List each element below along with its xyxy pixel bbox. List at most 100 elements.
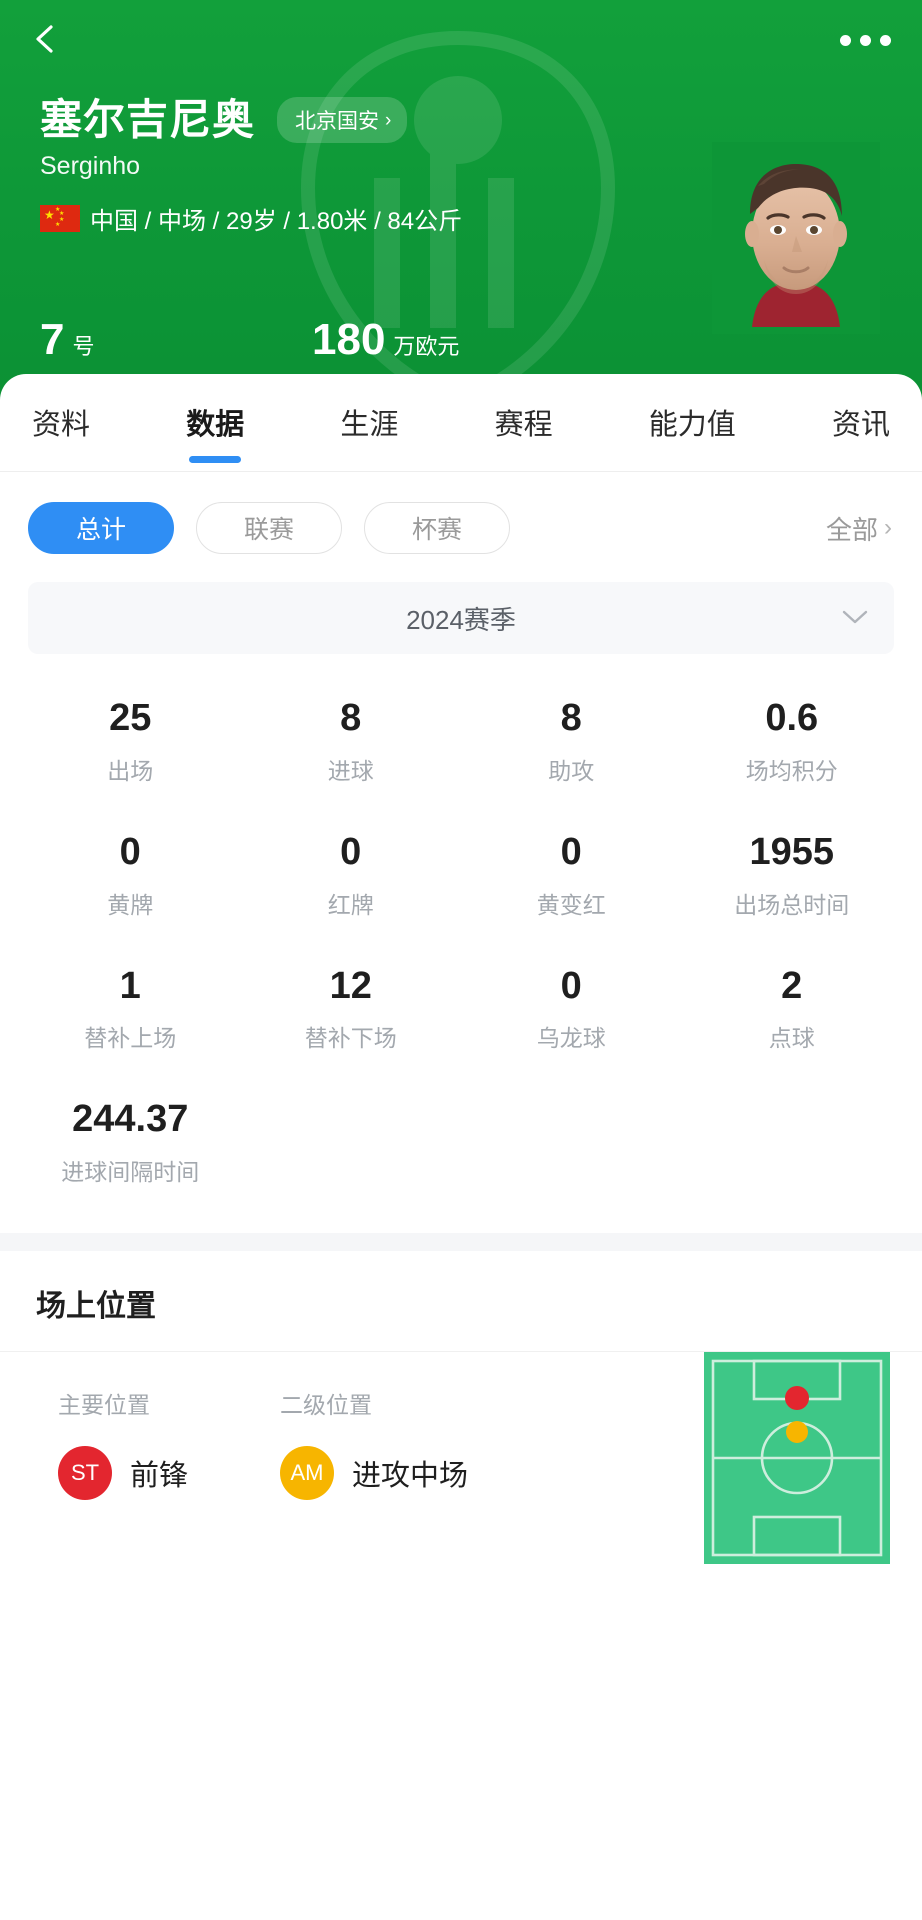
tab-ratings[interactable]: 能力值	[645, 374, 740, 471]
chip-label: 联赛	[243, 516, 294, 544]
stat-label: 场均积分	[745, 757, 838, 784]
player-name-en: Serginho	[40, 152, 141, 181]
tab-schedule[interactable]: 赛程	[491, 374, 557, 471]
stat-label: 进球	[327, 757, 374, 784]
chevron-right-icon: ›	[385, 109, 392, 131]
season-selector[interactable]: 2024赛季	[28, 582, 894, 654]
more-horizontal-icon-dot	[859, 34, 871, 46]
back-button[interactable]	[14, 8, 76, 70]
view-all-link[interactable]: 全部 ›	[826, 510, 894, 547]
position-section-title: 场上位置	[0, 1251, 922, 1353]
china-flag-icon: ★ ★ ★ ★ ★	[40, 205, 80, 233]
stat-label: 出场	[107, 757, 154, 784]
stat-label: 黄牌	[107, 891, 154, 918]
stat-value: 25	[109, 697, 152, 739]
stat-yellow-cards: 0 黄牌	[20, 830, 241, 920]
stat-value: 0	[119, 830, 141, 873]
stat-value: 2	[781, 964, 803, 1007]
player-identity-block: 塞尔吉尼奥 北京国安 › Serginho ★ ★ ★ ★ ★ 中国 / 中场 …	[40, 96, 640, 236]
filter-chip-total[interactable]: 总计	[28, 502, 174, 554]
chip-label: 杯赛	[411, 516, 462, 544]
tab-label: 数据	[186, 409, 245, 441]
stat-value: 12	[329, 964, 372, 1007]
more-horizontal-icon-dot	[879, 34, 891, 46]
season-stats-grid: 25 出场 8 进球 8 助攻 0.6 场均积分 0 黄牌 0 红牌 0 黄变红…	[0, 697, 922, 1187]
stat-own-goals: 0 乌龙球	[461, 965, 682, 1054]
position-badge-am: AM	[280, 1446, 334, 1501]
flag-star-large: ★	[44, 208, 55, 223]
tab-bar: 资料 数据 生涯 赛程 能力值 资讯	[0, 374, 922, 472]
shirt-number-value: 7	[40, 315, 65, 364]
stat-penalties: 2 点球	[682, 964, 903, 1054]
stat-label: 乌龙球	[536, 1025, 606, 1052]
stat-goals: 8 进球	[241, 697, 462, 786]
player-name-row: 塞尔吉尼奥 北京国安 ›	[40, 96, 640, 144]
more-horizontal-icon-dot	[839, 34, 851, 46]
player-meta-row: ★ ★ ★ ★ ★ 中国 / 中场 / 29岁 / 1.80米 / 84公斤	[40, 201, 640, 236]
stat-value: 0	[340, 830, 362, 873]
content-sheet: 资料 数据 生涯 赛程 能力值 资讯 总计 联赛 杯赛 全部 › 2024赛季 …	[0, 374, 922, 1920]
primary-position-row: ST 前锋	[58, 1446, 189, 1501]
primary-position-name: 前锋	[130, 1460, 189, 1493]
chevron-down-icon	[842, 607, 868, 629]
tab-label: 资料	[32, 409, 91, 441]
stat-label: 黄变红	[536, 891, 606, 918]
stat-minutes-per-goal: 244.37 进球间隔时间	[20, 1099, 241, 1187]
pitch-marker-primary	[785, 1386, 809, 1411]
player-meta-text: 中国 / 中场 / 29岁 / 1.80米 / 84公斤	[90, 208, 463, 236]
tab-news[interactable]: 资讯	[828, 374, 894, 471]
stat-label: 出场总时间	[734, 891, 850, 918]
stat-label: 替补上场	[84, 1025, 177, 1052]
position-badge-st: ST	[58, 1446, 112, 1501]
chevron-right-icon: ›	[884, 514, 892, 541]
tab-label: 能力值	[648, 409, 736, 441]
section-divider	[0, 1233, 922, 1252]
chevron-left-icon	[36, 25, 53, 53]
tab-label: 资讯	[831, 409, 890, 441]
pitch-diagram	[704, 1352, 890, 1565]
stat-appearances: 25 出场	[20, 697, 241, 786]
stat-label: 红牌	[327, 891, 374, 918]
player-portrait	[712, 142, 880, 334]
competition-filter-row: 总计 联赛 杯赛 全部 ›	[0, 472, 922, 554]
position-section-body: 主要位置 ST 前锋 二级位置 AM 进攻中场	[0, 1352, 922, 1652]
secondary-position-row: AM 进攻中场	[280, 1446, 469, 1501]
filter-chip-cup[interactable]: 杯赛	[364, 502, 510, 554]
stat-value: 1	[119, 964, 141, 1007]
tab-profile[interactable]: 资料	[28, 374, 94, 471]
secondary-position-block: 二级位置 AM 进攻中场	[280, 1386, 469, 1501]
market-value-amount: 180	[312, 315, 386, 364]
more-options-button[interactable]	[830, 18, 900, 62]
tab-career[interactable]: 生涯	[336, 374, 402, 471]
stat-assists: 8 助攻	[461, 697, 682, 786]
team-name-label: 北京国安	[295, 110, 380, 134]
stat-sub-on: 1 替补上场	[20, 964, 241, 1054]
stat-sub-off: 12 替补下场	[241, 964, 462, 1054]
stat-value: 0	[560, 830, 582, 873]
stat-label: 点球	[768, 1025, 815, 1052]
tab-label: 赛程	[494, 409, 553, 441]
tab-stats[interactable]: 数据	[182, 374, 248, 471]
season-label: 2024赛季	[406, 604, 516, 635]
player-profile-screen: 塞尔吉尼奥 北京国安 › Serginho ★ ★ ★ ★ ★ 中国 / 中场 …	[0, 0, 922, 1920]
stat-value: 1955	[749, 830, 835, 873]
chip-label: 总计	[75, 516, 126, 544]
team-chip[interactable]: 北京国安 ›	[277, 97, 408, 144]
flag-star-small: ★	[55, 222, 61, 229]
stat-value: 244.37	[72, 1098, 189, 1141]
primary-position-caption: 主要位置	[58, 1392, 150, 1419]
stat-second-yellow: 0 黄变红	[461, 830, 682, 920]
pitch-marker-secondary	[786, 1421, 808, 1444]
tab-label: 生涯	[340, 409, 399, 441]
stat-label: 助攻	[548, 757, 595, 784]
nav-bar	[0, 0, 922, 88]
primary-position-block: 主要位置 ST 前锋	[58, 1386, 189, 1501]
stat-red-cards: 0 红牌	[241, 830, 462, 920]
stat-value: 0.6	[765, 697, 819, 739]
secondary-position-name: 进攻中场	[352, 1460, 469, 1493]
stat-value: 8	[560, 697, 582, 739]
filter-chip-league[interactable]: 联赛	[196, 502, 342, 554]
stat-minutes-played: 1955 出场总时间	[682, 830, 903, 920]
stat-label: 替补下场	[304, 1025, 397, 1052]
shirt-number-unit: 号	[72, 334, 95, 359]
